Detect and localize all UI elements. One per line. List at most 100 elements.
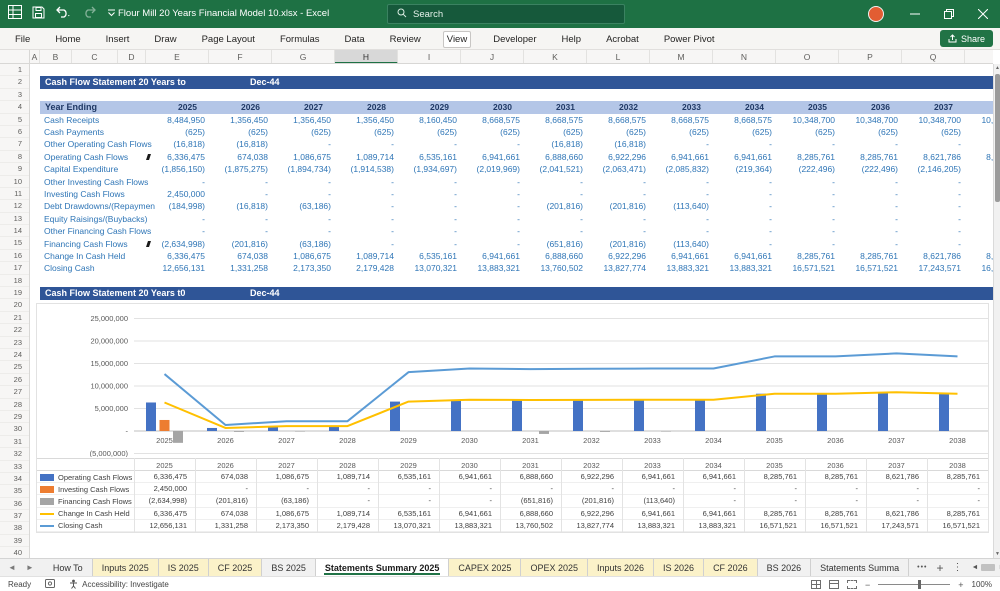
cell[interactable]: - xyxy=(398,200,457,212)
cell[interactable]: 6,535,161 xyxy=(398,250,457,262)
cell[interactable]: 10,348,700 xyxy=(965,114,993,126)
row-header-7[interactable]: 7 xyxy=(0,138,29,151)
row-label[interactable]: Other Financing Cash Flows xyxy=(44,225,151,237)
normal-view-icon[interactable] xyxy=(811,580,821,589)
column-header-M[interactable]: M xyxy=(650,50,713,63)
search-box[interactable]: Search xyxy=(387,4,625,24)
cell[interactable]: 17,243,571 xyxy=(902,262,961,274)
cell[interactable]: 13,883,321 xyxy=(461,262,520,274)
cell[interactable]: - xyxy=(335,188,394,200)
row-header-18[interactable]: 18 xyxy=(0,275,29,288)
horizontal-scrollbar[interactable]: ◄ ► xyxy=(972,564,1000,571)
row-header-38[interactable]: 38 xyxy=(0,522,29,535)
cell[interactable]: 13,883,321 xyxy=(650,262,709,274)
row-label[interactable]: Equity Raisings/(Buybacks) xyxy=(44,213,147,225)
cell[interactable]: 6,888,660 xyxy=(524,151,583,163)
cell[interactable]: 1,356,450 xyxy=(209,114,268,126)
cell[interactable]: (625) xyxy=(524,126,583,138)
macro-record-icon[interactable] xyxy=(45,579,56,590)
row-header-21[interactable]: 21 xyxy=(0,312,29,325)
cell[interactable]: - xyxy=(461,138,520,150)
cell[interactable]: 8,668,575 xyxy=(461,114,520,126)
cell[interactable]: (1,894,734) xyxy=(272,163,331,175)
cell[interactable]: - xyxy=(335,138,394,150)
cell[interactable]: 8,668,575 xyxy=(713,114,772,126)
row-header-9[interactable]: 9 xyxy=(0,163,29,176)
cell[interactable]: 1,089,714 xyxy=(335,151,394,163)
cell[interactable]: - xyxy=(587,176,646,188)
cell[interactable]: - xyxy=(713,138,772,150)
cell[interactable]: 6,941,661 xyxy=(650,250,709,262)
year-header-2035[interactable]: 2035 xyxy=(786,101,849,113)
row-header-27[interactable]: 27 xyxy=(0,386,29,399)
cash-flow-chart[interactable]: 25,000,000 20,000,000 15,000,000 10,000,000… xyxy=(36,303,989,533)
zoom-in-button[interactable]: + xyxy=(958,580,963,590)
row-label[interactable]: Change In Cash Held xyxy=(44,250,125,262)
cell[interactable]: - xyxy=(461,200,520,212)
row-header-35[interactable]: 35 xyxy=(0,485,29,498)
ribbon-tab-power-pivot[interactable]: Power Pivot xyxy=(661,32,718,47)
cell[interactable]: (625) xyxy=(335,126,394,138)
cell[interactable]: 674,038 xyxy=(209,151,268,163)
zoom-slider[interactable] xyxy=(878,580,951,589)
cell[interactable]: 1,356,450 xyxy=(272,114,331,126)
hscroll-left-icon[interactable]: ◄ xyxy=(972,564,979,571)
cell[interactable]: 1,086,675 xyxy=(272,151,331,163)
cell[interactable]: - xyxy=(713,213,772,225)
sheet-tab-cf-2025[interactable]: CF 2025 xyxy=(208,559,263,576)
column-header-I[interactable]: I xyxy=(398,50,461,63)
tab-scroll-left-icon[interactable]: ◄ xyxy=(8,563,16,572)
row-header-1[interactable]: 1 xyxy=(0,64,29,77)
cell[interactable]: 674,038 xyxy=(209,250,268,262)
row-header-23[interactable]: 23 xyxy=(0,337,29,349)
tab-overflow-dots[interactable]: ••• xyxy=(917,564,927,571)
row-header-20[interactable]: 20 xyxy=(0,299,29,312)
column-header-P[interactable]: P xyxy=(839,50,902,63)
cell[interactable]: (625) xyxy=(272,126,331,138)
row-header-39[interactable]: 39 xyxy=(0,535,29,548)
cell[interactable]: - xyxy=(209,213,268,225)
cell[interactable]: 6,941,661 xyxy=(650,151,709,163)
cell[interactable]: 10,348,700 xyxy=(902,114,961,126)
row-header-26[interactable]: 26 xyxy=(0,374,29,387)
cell[interactable]: - xyxy=(839,138,898,150)
cell[interactable]: - xyxy=(209,188,268,200)
cell[interactable]: - xyxy=(146,225,205,237)
restore-button[interactable] xyxy=(932,0,966,28)
cell[interactable]: - xyxy=(146,213,205,225)
sheet-tab-inputs-2025[interactable]: Inputs 2025 xyxy=(92,559,159,576)
cell[interactable]: 10,348,700 xyxy=(839,114,898,126)
row-label[interactable]: Financing Cash Flows xyxy=(44,238,128,250)
cell[interactable]: (625) xyxy=(839,126,898,138)
cell[interactable]: 13,760,502 xyxy=(524,262,583,274)
cell[interactable]: - xyxy=(272,138,331,150)
column-header-J[interactable]: J xyxy=(461,50,524,63)
cell[interactable]: 6,941,661 xyxy=(461,151,520,163)
row-header-28[interactable]: 28 xyxy=(0,399,29,411)
row-label[interactable]: Investing Cash Flows xyxy=(44,188,125,200)
cell[interactable]: 8,285,761 xyxy=(965,151,993,163)
column-header-Q[interactable]: Q xyxy=(902,50,965,63)
close-button[interactable] xyxy=(966,0,1000,28)
cell[interactable]: - xyxy=(650,225,709,237)
cell[interactable]: - xyxy=(398,188,457,200)
cell[interactable]: - xyxy=(965,138,993,150)
cell[interactable]: 13,883,321 xyxy=(713,262,772,274)
ribbon-tab-help[interactable]: Help xyxy=(559,32,585,47)
cell[interactable]: - xyxy=(209,176,268,188)
cell[interactable]: - xyxy=(272,176,331,188)
year-header-row[interactable]: Year Ending 2025 2026 2027 2028 2029 2030 2031… xyxy=(40,101,993,114)
zoom-level[interactable]: 100% xyxy=(972,580,992,589)
row-header-25[interactable]: 25 xyxy=(0,361,29,374)
cell[interactable]: - xyxy=(839,176,898,188)
cell[interactable]: (16,818) xyxy=(209,200,268,212)
cell[interactable]: - xyxy=(902,238,961,250)
cell[interactable]: 8,285,761 xyxy=(965,250,993,262)
customize-toolbar-icon[interactable] xyxy=(107,8,116,17)
cell[interactable]: 6,888,660 xyxy=(524,250,583,262)
cell[interactable]: 8,668,575 xyxy=(524,114,583,126)
cell[interactable]: - xyxy=(398,213,457,225)
cell[interactable]: - xyxy=(650,188,709,200)
cell[interactable]: - xyxy=(776,213,835,225)
cell[interactable]: - xyxy=(398,225,457,237)
